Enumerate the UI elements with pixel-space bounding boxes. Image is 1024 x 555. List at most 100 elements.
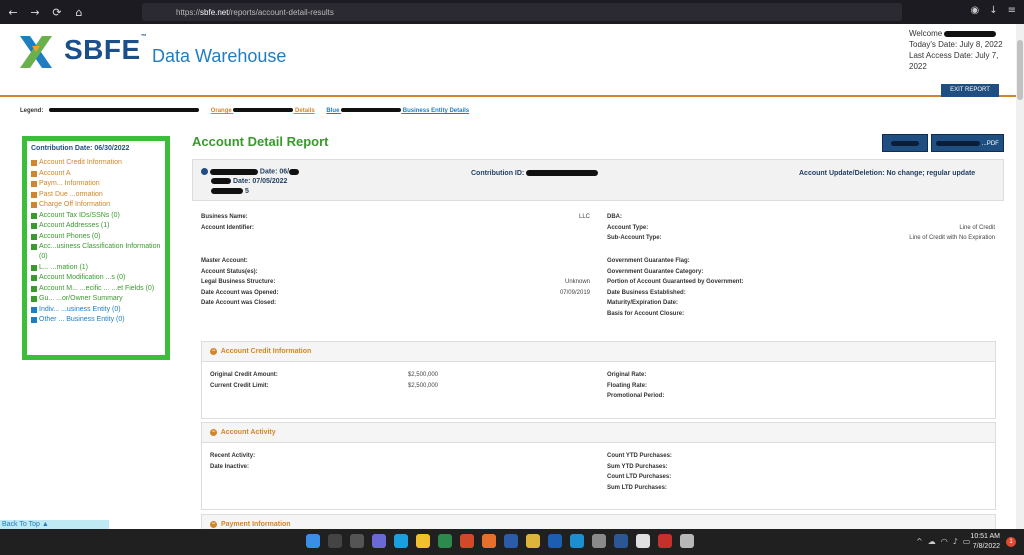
- minus-icon: −: [210, 520, 217, 528]
- teams-icon[interactable]: [372, 534, 386, 548]
- field-label: Recent Activity:: [210, 453, 256, 460]
- field-row: Original Credit Amount: $2,500,000: [210, 370, 438, 381]
- field-value: 07/09/2019: [559, 289, 590, 296]
- outlook-icon[interactable]: [504, 534, 518, 548]
- section-icon: [31, 191, 37, 198]
- exit-report-button[interactable]: EXIT REPORT: [941, 84, 999, 97]
- sidebar-item[interactable]: Gu... ...or/Owner Summary: [31, 294, 161, 304]
- field-label: Sub-Account Type:: [607, 235, 662, 242]
- section-icon: [31, 317, 37, 323]
- field-label: Account Status(es):: [201, 268, 258, 275]
- sbfe-app-icon[interactable]: [570, 534, 584, 548]
- mail-icon[interactable]: [460, 534, 474, 548]
- sidebar-item-label: L... ...mation (1): [39, 263, 89, 271]
- word-icon[interactable]: [614, 534, 628, 548]
- action-button[interactable]: [882, 134, 928, 152]
- sidebar-item[interactable]: L... ...mation (1): [31, 263, 161, 273]
- sidebar-item-label: Gu... ...or/Owner Summary: [39, 295, 123, 302]
- cloud-icon[interactable]: ☁: [928, 537, 936, 546]
- download-icon[interactable]: ↓: [989, 5, 997, 16]
- section-toggle-payment[interactable]: − Payment Information: [202, 515, 995, 529]
- section-icon: [31, 296, 37, 302]
- back-to-top-link[interactable]: Back To Top ▲: [0, 520, 109, 529]
- sidebar-item[interactable]: Account Credit Information: [31, 158, 161, 168]
- acrobat-icon[interactable]: [658, 534, 672, 548]
- section-icon: [31, 181, 37, 187]
- sidebar-item-label: Account Tax IDs/SSNs (0): [39, 211, 120, 219]
- volume-icon[interactable]: ♪: [953, 537, 958, 546]
- field-label: Date Account was Closed:: [201, 300, 277, 307]
- wifi-icon[interactable]: ◠: [941, 537, 948, 546]
- file-explorer-icon[interactable]: [416, 534, 430, 548]
- sidebar-item[interactable]: Other ... Business Entity (0): [31, 315, 161, 325]
- chrome-icon[interactable]: [526, 534, 540, 548]
- battery-icon[interactable]: ▭: [963, 537, 971, 546]
- field-label: Floating Rate:: [607, 382, 647, 389]
- field-label: Account Identifier:: [201, 224, 255, 231]
- app-icon[interactable]: [592, 534, 606, 548]
- app-icon[interactable]: [680, 534, 694, 548]
- windows-start-icon[interactable]: [306, 534, 320, 548]
- address-bar[interactable]: https://sbfe.net/reports/account-detail-…: [142, 3, 902, 21]
- field-row: Business Name: LLC: [201, 212, 590, 223]
- field-label: Date Business Established:: [607, 289, 686, 296]
- home-icon[interactable]: ⌂: [70, 6, 88, 19]
- back-arrow-icon[interactable]: ←: [4, 6, 22, 19]
- sidebar-item[interactable]: Account Modification ...s (0): [31, 273, 161, 283]
- pocket-icon[interactable]: ◉: [970, 5, 979, 16]
- field-row: Count YTD Purchases:: [607, 451, 987, 462]
- section-toggle-credit[interactable]: − Account Credit Information: [202, 342, 995, 362]
- section-icon: [31, 275, 37, 281]
- notification-badge[interactable]: 1: [1006, 537, 1016, 547]
- sidebar-item-label: Account Addresses (1): [39, 222, 110, 229]
- firefox-icon[interactable]: [482, 534, 496, 548]
- field-label: Account Type:: [607, 224, 649, 231]
- sidebar-item[interactable]: Account A: [31, 169, 161, 179]
- sidebar-item[interactable]: Past Due ...ormation: [31, 190, 161, 200]
- sidebar-item[interactable]: Account Addresses (1): [31, 221, 161, 231]
- sidebar-item[interactable]: Paym... Information: [31, 179, 161, 189]
- scrollbar-thumb[interactable]: [1017, 40, 1023, 100]
- field-row: Maturity/Expiration Date:: [607, 298, 995, 309]
- reload-icon[interactable]: ⟳: [48, 6, 66, 19]
- field-row: Original Rate:: [607, 370, 987, 381]
- field-row: Legal Business Structure: Unknown: [201, 277, 590, 288]
- legend-blue[interactable]: Blue Business Entity Details: [326, 108, 469, 114]
- sidebar-item-label: Account Credit Information: [39, 159, 122, 166]
- sidebar-item[interactable]: Acc...usiness Classification Information…: [31, 242, 161, 262]
- app-icon[interactable]: [548, 534, 562, 548]
- sidebar-item[interactable]: Account M... ...ecific ... ...et Fields …: [31, 284, 161, 294]
- field-row: Date Inactive:: [210, 462, 590, 473]
- field-label: Original Rate:: [607, 372, 647, 379]
- excel-icon[interactable]: [438, 534, 452, 548]
- field-label: Sum YTD Purchases:: [607, 463, 668, 470]
- edge-icon[interactable]: [394, 534, 408, 548]
- logo-text: SBFE™: [64, 34, 148, 65]
- task-view-icon[interactable]: [350, 534, 364, 548]
- field-label: Business Name:: [201, 214, 248, 221]
- export-pdf-button[interactable]: ...PDF: [931, 134, 1004, 152]
- field-row: Date Account was Opened: 07/09/2019: [201, 288, 590, 299]
- search-icon[interactable]: [328, 534, 342, 548]
- chevron-up-icon[interactable]: ^: [916, 537, 923, 546]
- clock[interactable]: 10:51 AM 7/8/2022: [970, 532, 1000, 552]
- field-label: Date Account was Opened:: [201, 289, 279, 296]
- menu-icon[interactable]: ≡: [1008, 5, 1016, 16]
- sidebar-item[interactable]: Charge Off Information: [31, 200, 161, 210]
- section-toggle-activity[interactable]: − Account Activity: [202, 423, 995, 443]
- minus-icon: −: [210, 428, 217, 436]
- field-row: Sum LTD Purchases:: [607, 483, 987, 494]
- sidebar-item[interactable]: Account Phones (0): [31, 232, 161, 242]
- legend-orange[interactable]: Orange Details: [211, 108, 315, 114]
- welcome-info: Welcome Today's Date: July 8, 2022 Last …: [909, 29, 1003, 71]
- field-row: Portion of Account Guaranteed by Governm…: [607, 277, 995, 288]
- sidebar-item-label: Account A: [39, 169, 71, 177]
- sidebar-item[interactable]: Account Tax IDs/SSNs (0): [31, 211, 161, 221]
- sidebar-item[interactable]: Indiv... ...usiness Entity (0): [31, 305, 161, 315]
- field-label: Date Inactive:: [210, 463, 250, 470]
- field-row: Count LTD Purchases:: [607, 472, 987, 483]
- section-icon: [31, 212, 37, 219]
- forward-arrow-icon[interactable]: →: [26, 6, 44, 19]
- notepad-icon[interactable]: [636, 534, 650, 548]
- data-warehouse-title: Data Warehouse: [152, 46, 287, 66]
